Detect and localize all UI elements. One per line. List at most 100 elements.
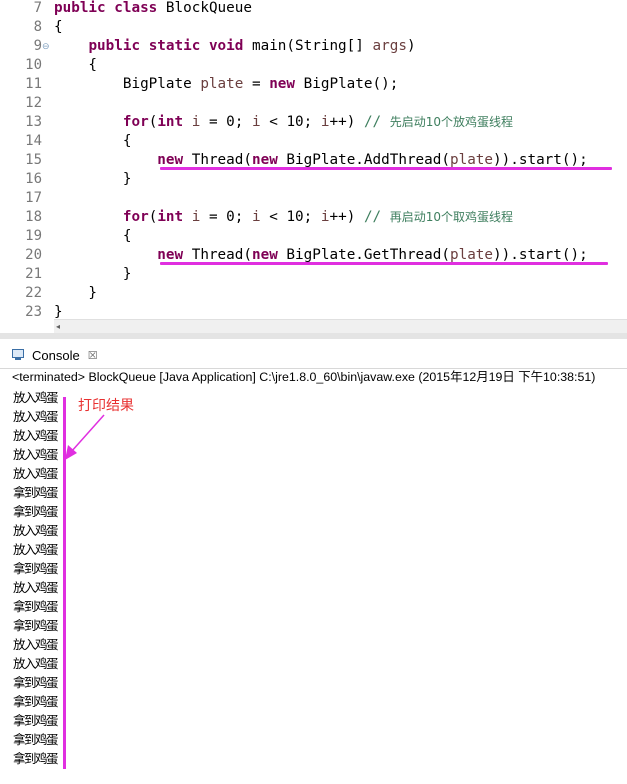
code-line[interactable]: {: [54, 132, 132, 151]
line-number: 21: [25, 266, 42, 282]
code-token: BigPlate.GetThread(: [277, 247, 450, 263]
code-token: i: [320, 209, 330, 225]
scroll-left-icon[interactable]: ◂: [56, 320, 60, 333]
code-token: int: [157, 114, 184, 130]
line-number: 14: [25, 133, 42, 149]
code-line[interactable]: {: [54, 18, 63, 37]
code-token: new: [157, 247, 184, 263]
code-token: }: [54, 304, 63, 319]
close-icon[interactable]: ☒: [88, 349, 98, 362]
code-token: < 10;: [260, 209, 321, 225]
code-token: BlockQueue: [157, 0, 252, 16]
code-token: new: [269, 76, 296, 92]
line-number: 20: [25, 247, 42, 263]
fold-collapse-icon[interactable]: ⊖: [42, 37, 50, 56]
code-line[interactable]: }: [54, 284, 97, 303]
line-number: 22: [25, 285, 42, 301]
code-token: 再启动10个取鸡蛋线程: [389, 210, 514, 224]
code-token: {: [54, 19, 63, 35]
console-status-line: <terminated> BlockQueue [Java Applicatio…: [12, 370, 596, 384]
highlight-underline-get-thread: [160, 262, 608, 265]
code-line[interactable]: public class BlockQueue: [54, 0, 252, 18]
line-number: 18: [25, 209, 42, 225]
code-line[interactable]: public static void main(String[] args): [54, 37, 416, 56]
code-token: )).start();: [493, 152, 588, 168]
code-token: public static void: [88, 38, 244, 54]
highlight-underline-add-thread: [160, 167, 612, 170]
line-number: 10: [25, 57, 42, 73]
code-line[interactable]: }: [54, 265, 132, 284]
line-number-gutter: 7 8 9 ⊖ 10 11 12 13 14 15 16 17 18 19 20 21 22 23: [0, 0, 50, 319]
code-token: for: [122, 209, 149, 225]
code-token: =: [243, 76, 270, 92]
code-line[interactable]: for(int i = 0; i < 10; i++) // 先启动10个放鸡蛋…: [54, 113, 513, 132]
code-token: BigPlate.AddThread(: [277, 152, 450, 168]
code-editor[interactable]: 7 8 9 ⊖ 10 11 12 13 14 15 16 17 18 19 20 21 22 23 public …: [0, 0, 627, 319]
code-token: int: [157, 209, 184, 225]
line-number: 11: [25, 76, 42, 92]
code-token: {: [54, 133, 132, 149]
code-token: {: [54, 228, 132, 244]
code-token: }: [54, 266, 132, 282]
code-token: i: [252, 209, 261, 225]
code-token: BigPlate: [54, 76, 201, 92]
code-token: plate: [200, 76, 244, 92]
line-number: 16: [25, 171, 42, 187]
code-token: {: [54, 57, 98, 73]
code-line[interactable]: {: [54, 56, 97, 75]
code-token: //: [363, 209, 390, 225]
line-number: 7: [33, 0, 42, 16]
tab-console[interactable]: Console ☒: [12, 342, 98, 368]
code-line[interactable]: }: [54, 303, 63, 319]
code-token: new: [252, 247, 278, 263]
code-token: plate: [449, 247, 494, 263]
code-token: i: [320, 114, 330, 130]
code-token: ++): [329, 209, 364, 225]
code-token: }: [54, 171, 132, 187]
console-icon: [12, 349, 26, 361]
line-number: 8: [33, 19, 42, 35]
code-token: new: [252, 152, 278, 168]
code-token: Thread(: [183, 247, 252, 263]
code-token: ): [406, 38, 416, 54]
annotation-arrow-icon: [65, 414, 105, 460]
code-token: < 10;: [260, 114, 321, 130]
code-line[interactable]: BigPlate plate = new BigPlate();: [54, 75, 398, 94]
code-token: ++): [329, 114, 364, 130]
code-token: 先启动10个放鸡蛋线程: [389, 115, 514, 129]
line-number: 15: [25, 152, 42, 168]
line-number: 13: [25, 114, 42, 130]
code-token: )).start();: [493, 247, 588, 263]
code-token: BigPlate();: [295, 76, 399, 92]
line-number: 23: [25, 304, 42, 319]
code-token: //: [363, 114, 390, 130]
code-token: = 0;: [200, 114, 253, 130]
code-token: args: [372, 38, 407, 54]
line-number: 9: [33, 38, 42, 54]
code-line[interactable]: }: [54, 170, 132, 189]
code-token: public class: [54, 0, 158, 16]
code-token: plate: [449, 152, 494, 168]
code-token: i: [252, 114, 261, 130]
code-line[interactable]: for(int i = 0; i < 10; i++) // 再启动10个取鸡蛋…: [54, 208, 513, 227]
annotation-label: 打印结果: [78, 398, 134, 414]
code-line[interactable]: {: [54, 227, 132, 246]
code-token: main(String[]: [243, 38, 373, 54]
code-token: Thread(: [183, 152, 252, 168]
line-number: 12: [25, 95, 42, 111]
line-number: 19: [25, 228, 42, 244]
horizontal-scrollbar[interactable]: ◂: [54, 319, 627, 333]
code-token: = 0;: [200, 209, 253, 225]
code-token: new: [157, 152, 184, 168]
console-tab-label: Console: [32, 347, 80, 363]
code-token: }: [54, 285, 98, 301]
line-number: 17: [25, 190, 42, 206]
code-token: for: [122, 114, 149, 130]
